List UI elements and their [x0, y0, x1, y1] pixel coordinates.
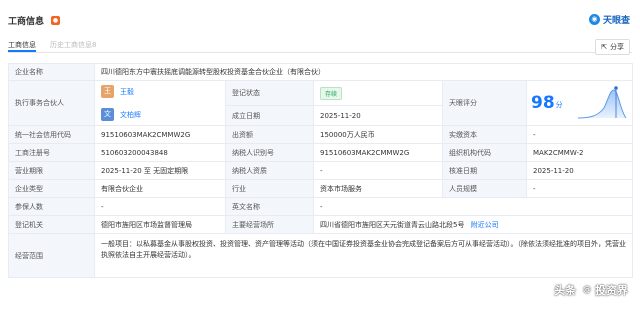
taxpayer-id: 91510603MAK2CMMW2G — [313, 143, 443, 162]
tab-count: 8 — [92, 41, 97, 49]
tab-history-business-info[interactable]: 历史工商信息8 — [50, 37, 96, 52]
business-info-table: 企业名称 四川德阳东方中寰扶摇底调能源转型股权投资基金合伙企业（有限合伙） 执行… — [8, 63, 634, 278]
watermark-text: 头条 — [554, 284, 576, 297]
field-label: 参保人数 — [8, 197, 95, 216]
company-name: 四川德阳东方中寰扶摇底调能源转型股权投资基金合伙企业（有限合伙） — [93, 63, 634, 81]
tab-bar: 工商信息 历史工商信息8 — [8, 37, 632, 53]
table-row: 企业类型 有限合伙企业 行业 资本市场服务 人员规模 - — [8, 179, 634, 198]
info-badge-icon: ● — [51, 16, 61, 25]
table-row: 执行事务合伙人 王 王毅 文 文柏辉 登记状态 存续 天眼评分 98 分 — [8, 79, 634, 126]
field-label: 英文名称 — [225, 197, 314, 216]
section-title: 工商信息 — [8, 17, 45, 27]
founded-date: 2025-11-20 — [313, 105, 443, 126]
field-label: 主要经营场所 — [225, 215, 314, 234]
status-badge: 存续 — [320, 86, 343, 100]
section-header: 工商信息 ● — [8, 14, 61, 27]
field-label: 登记状态 — [225, 79, 314, 107]
address-cell: 四川省德阳市旌阳区天元街道青云山路北段5号 附近公司 — [312, 215, 634, 234]
field-label: 经营范围 — [8, 233, 95, 278]
at-icon: @ — [581, 284, 593, 296]
brand-name: 天眼查 — [602, 16, 630, 26]
business-scope: 一般项目：以私募基金从事股权投资、投资管理、资产管理等活动（须在中国证券投资基金… — [93, 233, 634, 278]
field-label: 实缴资本 — [442, 125, 527, 144]
score-number: 98 — [531, 93, 555, 113]
registered-capital: 150000万人民币 — [313, 125, 443, 144]
score-cell[interactable]: 98 分 — [525, 80, 634, 126]
watermark: 头条 @ 投资界 — [554, 282, 628, 298]
table-row: 工商注册号 510603200043848 纳税人识别号 91510603MAK… — [8, 143, 634, 162]
tab-business-info[interactable]: 工商信息 — [8, 37, 36, 52]
registration-number: 510603200043848 — [94, 143, 226, 162]
field-label: 组织机构代码 — [442, 143, 527, 162]
table-row: 登记机关 德阳市旌阳区市场监督管理局 主要经营场所 四川省德阳市旌阳区天元街道青… — [8, 215, 634, 234]
field-label: 人员规模 — [442, 179, 527, 198]
industry: 资本市场服务 — [313, 179, 443, 198]
business-address: 四川省德阳市旌阳区天元街道青云山路北段5号 — [320, 220, 465, 229]
nearby-companies-link[interactable]: 附近公司 — [471, 221, 499, 229]
staff-size: - — [525, 179, 634, 198]
business-term: 2025-11-20 至 无固定期限 — [94, 161, 226, 180]
score-value: 98 分 — [531, 94, 563, 112]
table-row: 参保人数 - 英文名称 - — [8, 197, 634, 216]
taxpayer-qualification: - — [313, 161, 443, 180]
field-label: 营业期限 — [8, 161, 95, 180]
field-label: 纳税人资质 — [225, 161, 314, 180]
partner-list: 王 王毅 文 文柏辉 — [94, 80, 226, 126]
tab-label: 历史工商信息 — [50, 41, 92, 49]
table-row: 营业期限 2025-11-20 至 无固定期限 纳税人资质 - 核准日期 202… — [8, 161, 634, 180]
share-label: 分享 — [610, 43, 624, 51]
table-row: 企业名称 四川德阳东方中寰扶摇底调能源转型股权投资基金合伙企业（有限合伙） — [8, 63, 634, 81]
field-label: 工商注册号 — [8, 143, 95, 162]
avatar: 王 — [101, 85, 114, 98]
org-code: MAK2CMMW-2 — [525, 143, 634, 162]
english-name: - — [312, 197, 634, 216]
company-type: 有限合伙企业 — [94, 179, 226, 198]
watermark-account: 投资界 — [595, 284, 628, 297]
paid-capital: - — [525, 125, 634, 144]
partner-item[interactable]: 文 文柏辉 — [101, 106, 219, 123]
field-label: 出资额 — [225, 125, 314, 144]
field-label: 核准日期 — [442, 161, 527, 180]
brand-logo[interactable]: ◉ 天眼查 — [588, 13, 630, 26]
field-label: 统一社会信用代码 — [8, 125, 95, 144]
field-label: 天眼评分 — [442, 80, 527, 126]
avatar: 文 — [101, 108, 114, 121]
field-label: 登记机关 — [8, 215, 95, 234]
field-label: 行业 — [225, 179, 314, 198]
approval-date: 2025-11-20 — [525, 161, 634, 180]
table-row: 经营范围 一般项目：以私募基金从事股权投资、投资管理、资产管理等活动（须在中国证… — [8, 233, 634, 278]
score-distribution-chart-icon — [578, 86, 627, 119]
field-label: 企业名称 — [8, 63, 95, 81]
insured-count: - — [94, 197, 226, 216]
tab-label: 工商信息 — [8, 41, 36, 49]
registration-authority: 德阳市旌阳区市场监督管理局 — [94, 215, 226, 234]
field-label: 成立日期 — [225, 105, 314, 126]
share-button[interactable]: ⇱ 分享 — [595, 39, 630, 55]
table-row: 统一社会信用代码 91510603MAK2CMMW2G 出资额 150000万人… — [8, 125, 634, 144]
field-label: 纳税人识别号 — [225, 143, 314, 162]
partner-name-link[interactable]: 文柏辉 — [120, 110, 141, 120]
credit-code: 91510603MAK2CMMW2G — [94, 125, 226, 144]
score-unit: 分 — [555, 101, 563, 109]
share-icon: ⇱ — [601, 43, 607, 51]
partner-name-link[interactable]: 王毅 — [120, 87, 134, 97]
status-cell: 存续 — [313, 79, 443, 107]
field-label: 企业类型 — [8, 179, 95, 198]
tianyancha-logo-icon: ◉ — [588, 14, 600, 25]
partner-item[interactable]: 王 王毅 — [101, 83, 219, 100]
field-label: 执行事务合伙人 — [8, 80, 95, 126]
